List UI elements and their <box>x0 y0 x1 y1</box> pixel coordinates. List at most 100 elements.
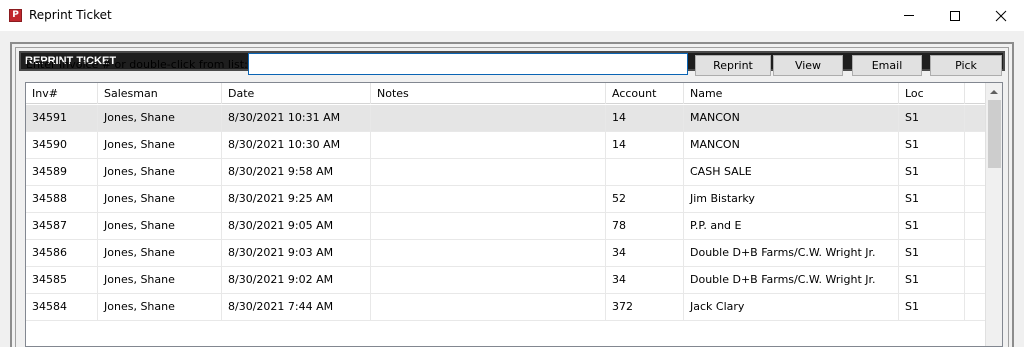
invoice-table[interactable]: Inv# Salesman Date Notes Account Name Lo… <box>25 82 1003 347</box>
cell-inv: 34591 <box>26 105 98 132</box>
table-row[interactable]: 34584 Jones, Shane 8/30/2021 7:44 AM 372… <box>26 294 986 321</box>
column-header-name[interactable]: Name <box>684 83 899 104</box>
cell-name: Double D+B Farms/C.W. Wright Jr. <box>684 240 899 267</box>
column-header-account[interactable]: Account <box>606 83 684 104</box>
column-header-inv[interactable]: Inv# <box>26 83 98 104</box>
table-row[interactable]: 34590 Jones, Shane 8/30/2021 10:30 AM 14… <box>26 132 986 159</box>
cell-loc: S1 <box>899 159 965 186</box>
cell-date: 8/30/2021 9:25 AM <box>222 186 371 213</box>
cell-salesman: Jones, Shane <box>98 132 222 159</box>
cell-loc: S1 <box>899 186 965 213</box>
table-header: Inv# Salesman Date Notes Account Name Lo… <box>26 83 986 104</box>
cell-notes <box>371 186 606 213</box>
table-row[interactable]: 34587 Jones, Shane 8/30/2021 9:05 AM 78 … <box>26 213 986 240</box>
cell-account: 34 <box>606 240 684 267</box>
cell-inv: 34589 <box>26 159 98 186</box>
cell-name: MANCON <box>684 132 899 159</box>
scroll-up-button[interactable] <box>986 83 1002 100</box>
cell-spacer <box>965 213 986 240</box>
cell-account: 14 <box>606 132 684 159</box>
table-row[interactable]: 34586 Jones, Shane 8/30/2021 9:03 AM 34 … <box>26 240 986 267</box>
table-row[interactable]: 34585 Jones, Shane 8/30/2021 9:02 AM 34 … <box>26 267 986 294</box>
cell-date: 8/30/2021 10:30 AM <box>222 132 371 159</box>
window-title: Reprint Ticket <box>29 8 112 22</box>
column-header-notes[interactable]: Notes <box>371 83 606 104</box>
cell-name: CASH SALE <box>684 159 899 186</box>
close-button[interactable] <box>978 0 1024 31</box>
cell-name: P.P. and E <box>684 213 899 240</box>
cell-name: Double D+B Farms/C.W. Wright Jr. <box>684 267 899 294</box>
cell-spacer <box>965 186 986 213</box>
column-header-date[interactable]: Date <box>222 83 371 104</box>
cell-salesman: Jones, Shane <box>98 105 222 132</box>
pick-button[interactable]: Pick <box>930 55 1002 76</box>
column-header-spacer <box>965 83 986 104</box>
cell-loc: S1 <box>899 240 965 267</box>
minimize-icon <box>904 15 914 16</box>
cell-notes <box>371 213 606 240</box>
cell-salesman: Jones, Shane <box>98 159 222 186</box>
cell-date: 8/30/2021 9:03 AM <box>222 240 371 267</box>
cell-date: 8/30/2021 9:05 AM <box>222 213 371 240</box>
chevron-up-icon <box>990 89 998 94</box>
invoice-input[interactable] <box>248 53 688 75</box>
cell-account: 78 <box>606 213 684 240</box>
cell-spacer <box>965 267 986 294</box>
cell-inv: 34584 <box>26 294 98 321</box>
table-row[interactable]: 34589 Jones, Shane 8/30/2021 9:58 AM CAS… <box>26 159 986 186</box>
column-header-loc[interactable]: Loc <box>899 83 965 104</box>
cell-name: MANCON <box>684 105 899 132</box>
table-row[interactable]: 34591 Jones, Shane 8/30/2021 10:31 AM 14… <box>26 105 986 132</box>
cell-loc: S1 <box>899 132 965 159</box>
cell-name: Jack Clary <box>684 294 899 321</box>
cell-loc: S1 <box>899 105 965 132</box>
cell-date: 8/30/2021 9:58 AM <box>222 159 371 186</box>
cell-notes <box>371 159 606 186</box>
cell-spacer <box>965 132 986 159</box>
cell-inv: 34590 <box>26 132 98 159</box>
cell-salesman: Jones, Shane <box>98 294 222 321</box>
cell-inv: 34587 <box>26 213 98 240</box>
cell-account: 14 <box>606 105 684 132</box>
cell-salesman: Jones, Shane <box>98 240 222 267</box>
cell-spacer <box>965 294 986 321</box>
reprint-button[interactable]: Reprint <box>695 55 771 76</box>
cell-inv: 34588 <box>26 186 98 213</box>
cell-inv: 34585 <box>26 267 98 294</box>
maximize-button[interactable] <box>932 0 978 31</box>
cell-account: 52 <box>606 186 684 213</box>
cell-salesman: Jones, Shane <box>98 213 222 240</box>
close-icon <box>995 10 1007 21</box>
title-bar: P Reprint Ticket <box>0 0 1024 31</box>
cell-notes <box>371 105 606 132</box>
app-icon: P <box>9 9 22 22</box>
table-row[interactable]: 34588 Jones, Shane 8/30/2021 9:25 AM 52 … <box>26 186 986 213</box>
cell-inv: 34586 <box>26 240 98 267</box>
scrollbar-thumb[interactable] <box>988 100 1001 168</box>
cell-account: 372 <box>606 294 684 321</box>
column-header-salesman[interactable]: Salesman <box>98 83 222 104</box>
cell-spacer <box>965 159 986 186</box>
cell-date: 8/30/2021 10:31 AM <box>222 105 371 132</box>
view-button[interactable]: View <box>773 55 843 76</box>
cell-notes <box>371 294 606 321</box>
maximize-icon <box>950 10 960 21</box>
cell-loc: S1 <box>899 267 965 294</box>
cell-name: Jim Bistarky <box>684 186 899 213</box>
invoice-label: Enter Invoice # or double-click from lis… <box>26 58 248 71</box>
cell-salesman: Jones, Shane <box>98 267 222 294</box>
cell-date: 8/30/2021 9:02 AM <box>222 267 371 294</box>
cell-spacer <box>965 105 986 132</box>
cell-account <box>606 159 684 186</box>
cell-notes <box>371 240 606 267</box>
cell-salesman: Jones, Shane <box>98 186 222 213</box>
cell-loc: S1 <box>899 213 965 240</box>
minimize-button[interactable] <box>886 0 932 31</box>
cell-date: 8/30/2021 7:44 AM <box>222 294 371 321</box>
email-button[interactable]: Email <box>852 55 922 76</box>
client-area: REPRINT TICKET Enter Invoice # or double… <box>0 31 1024 347</box>
cell-account: 34 <box>606 267 684 294</box>
cell-notes <box>371 267 606 294</box>
cell-loc: S1 <box>899 294 965 321</box>
vertical-scrollbar[interactable] <box>985 83 1002 346</box>
